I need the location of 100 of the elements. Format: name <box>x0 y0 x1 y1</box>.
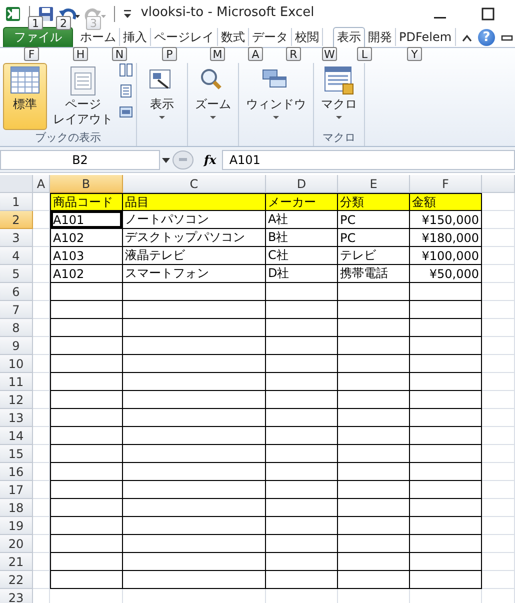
row-header[interactable]: 23 <box>0 589 33 603</box>
row-header[interactable]: 20 <box>0 535 33 553</box>
group-label: マクロ <box>322 130 356 146</box>
row-header[interactable]: 10 <box>0 355 33 373</box>
row-header[interactable]: 1 <box>0 193 33 211</box>
column-header[interactable]: E <box>338 175 410 193</box>
row-header[interactable]: 9 <box>0 337 33 355</box>
table-cell <box>33 301 50 319</box>
key-tip: 3 <box>86 16 101 30</box>
ribbon-button[interactable]: 標準 <box>3 63 47 130</box>
column-header[interactable]: A <box>33 175 50 193</box>
table-cell: 商品コード <box>50 193 123 211</box>
table-cell <box>482 409 515 427</box>
table-cell <box>482 481 515 499</box>
ribbon-button[interactable]: ウィンドウ <box>242 63 310 130</box>
row-header[interactable]: 11 <box>0 373 33 391</box>
column-header[interactable]: B <box>50 175 123 193</box>
table-cell: D社 <box>266 265 338 283</box>
name-box[interactable]: B2 <box>0 150 160 170</box>
table-cell <box>33 427 50 445</box>
row-header[interactable]: 15 <box>0 445 33 463</box>
table-cell: C社 <box>266 247 338 265</box>
full-screen-icon[interactable] <box>119 105 133 119</box>
table-cell: A社 <box>266 211 338 229</box>
column-header[interactable]: F <box>410 175 482 193</box>
custom-view-icon[interactable] <box>119 84 133 98</box>
group-label: ブックの表示 <box>34 130 102 146</box>
ribbon-tab[interactable]: 表示 <box>333 27 365 48</box>
column-header[interactable]: C <box>123 175 266 193</box>
row-header[interactable]: 21 <box>0 553 33 571</box>
key-tip: P <box>162 47 177 61</box>
row-header[interactable]: 3 <box>0 229 33 247</box>
row-header[interactable]: 17 <box>0 481 33 499</box>
table-cell: ノートパソコン <box>123 211 266 229</box>
ribbon-button[interactable]: ズーム <box>191 63 235 130</box>
spreadsheet-app-icon[interactable] <box>5 6 21 22</box>
customize-caret-icon[interactable] <box>123 8 132 20</box>
row-header[interactable]: 2 <box>0 211 33 229</box>
table-cell: ¥180,000 <box>410 229 482 247</box>
table-cell <box>33 229 50 247</box>
restore-window-icon[interactable] <box>501 34 513 42</box>
column-header[interactable]: D <box>266 175 338 193</box>
divider-grip-icon[interactable] <box>172 150 194 170</box>
row-header[interactable]: 22 <box>0 571 33 589</box>
table-cell <box>482 445 515 463</box>
collapse-ribbon-icon[interactable] <box>462 34 472 42</box>
ribbon-tab[interactable]: データ <box>249 28 292 46</box>
key-tip: 1 <box>28 16 43 30</box>
row-header[interactable]: 12 <box>0 391 33 409</box>
table-cell <box>33 571 50 589</box>
row-header[interactable]: 13 <box>0 409 33 427</box>
table-cell <box>482 427 515 445</box>
ribbon-button[interactable]: ページ レイアウト <box>49 63 117 130</box>
insert-function-button[interactable]: fx <box>204 152 216 166</box>
row-header[interactable]: 4 <box>0 247 33 265</box>
table-cell <box>482 265 515 283</box>
ribbon-tab[interactable]: 数式 <box>218 28 249 46</box>
maximize-icon[interactable] <box>481 7 495 21</box>
row-header[interactable]: 5 <box>0 265 33 283</box>
table-cell <box>33 463 50 481</box>
table-cell: A102 <box>50 229 123 247</box>
table-cell: 携帯電話 <box>338 265 410 283</box>
row-header[interactable]: 6 <box>0 283 33 301</box>
table-cell <box>33 247 50 265</box>
row-header[interactable]: 18 <box>0 499 33 517</box>
table-cell: デスクトップパソコン <box>123 229 266 247</box>
key-tip: L <box>357 47 372 61</box>
row-header[interactable]: 16 <box>0 463 33 481</box>
table-cell <box>482 229 515 247</box>
ribbon-tab[interactable]: PDFelem <box>396 28 456 46</box>
table-cell <box>482 319 515 337</box>
ribbon-tab[interactable]: 挿入 <box>120 28 151 46</box>
row-header[interactable]: 8 <box>0 319 33 337</box>
page-break-icon[interactable] <box>119 63 133 77</box>
ribbon-button[interactable]: 表示 <box>140 63 184 130</box>
row-header[interactable]: 14 <box>0 427 33 445</box>
table-cell <box>33 265 50 283</box>
row-header[interactable]: 7 <box>0 301 33 319</box>
table-cell <box>482 301 515 319</box>
ribbon-tab[interactable]: 開発 <box>365 28 396 46</box>
row-header[interactable]: 19 <box>0 517 33 535</box>
table-cell: ¥100,000 <box>410 247 482 265</box>
table-cell: B社 <box>266 229 338 247</box>
table-cell: テレビ <box>338 247 410 265</box>
ribbon-button[interactable]: マクロ <box>317 63 361 130</box>
table-cell <box>482 373 515 391</box>
save-icon[interactable] <box>38 6 54 22</box>
table-cell <box>33 319 50 337</box>
file-tab[interactable]: ファイル <box>3 27 73 47</box>
formula-field[interactable]: A101 <box>222 150 515 170</box>
table-cell: メーカー <box>266 193 338 211</box>
key-tip: F <box>24 47 39 61</box>
table-cell <box>482 283 515 301</box>
table-cell: PC <box>338 229 410 247</box>
table-cell: 品目 <box>123 193 266 211</box>
ribbon-tab[interactable]: 校閲 <box>292 28 323 46</box>
table-cell <box>33 553 50 571</box>
table-cell <box>33 337 50 355</box>
key-tip: H <box>73 47 88 61</box>
ribbon-tab[interactable]: ページレイ <box>151 28 218 46</box>
